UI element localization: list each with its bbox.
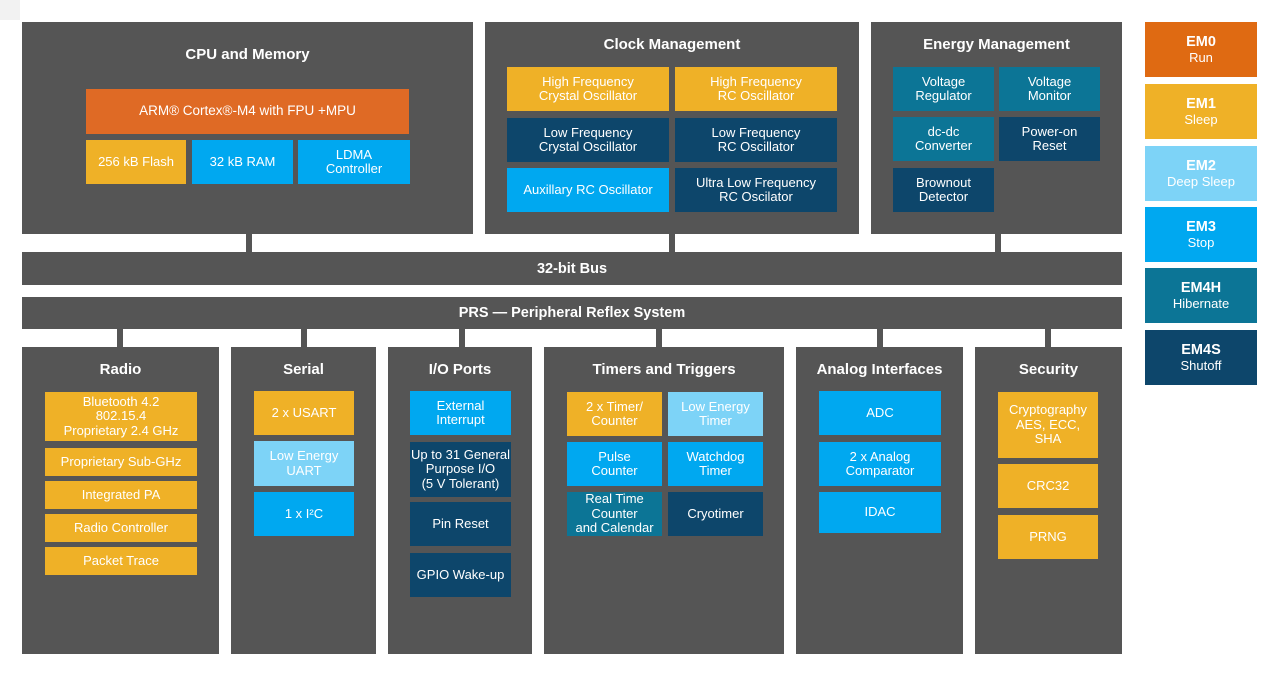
brownout-detector-tile: Brownout Detector bbox=[893, 168, 994, 212]
energy-mode-code: EM2 bbox=[1186, 158, 1216, 174]
prs-bar: PRS — Peripheral Reflex System bbox=[22, 297, 1122, 329]
cryotimer-tile: Cryotimer bbox=[668, 492, 763, 536]
ulf-rc-oscillator-tile: Ultra Low Frequency RC Oscilator bbox=[675, 168, 837, 212]
energy-mode-label: Run bbox=[1189, 50, 1213, 65]
i2c-tile: 1 x I²C bbox=[254, 492, 354, 536]
bus-32bit-bar: 32-bit Bus bbox=[22, 252, 1122, 285]
energy-mode-em1: EM1 Sleep bbox=[1145, 84, 1257, 139]
bluetooth-tile: Bluetooth 4.2 802.15.4 Proprietary 2.4 G… bbox=[45, 392, 197, 441]
connector bbox=[459, 329, 465, 347]
proprietary-sub-ghz-tile: Proprietary Sub-GHz bbox=[45, 448, 197, 476]
block-title: I/O Ports bbox=[428, 361, 492, 378]
block-title: Serial bbox=[283, 361, 324, 378]
energy-mode-code: EM0 bbox=[1186, 34, 1216, 50]
crc32-tile: CRC32 bbox=[998, 464, 1098, 508]
connector bbox=[656, 329, 662, 347]
energy-mode-label: Sleep bbox=[1184, 112, 1218, 127]
block-title: Timers and Triggers bbox=[592, 361, 736, 378]
block-title: CPU and Memory bbox=[185, 46, 310, 63]
energy-mode-code: EM4S bbox=[1181, 342, 1221, 358]
dc-dc-converter-tile: dc-dc Converter bbox=[893, 117, 994, 161]
connector bbox=[117, 329, 123, 347]
energy-mode-code: EM1 bbox=[1186, 96, 1216, 112]
block-title: Radio bbox=[99, 361, 142, 378]
energy-mode-em3: EM3 Stop bbox=[1145, 207, 1257, 262]
energy-mode-code: EM4H bbox=[1180, 280, 1222, 296]
hf-crystal-oscillator-tile: High Frequency Crystal Oscillator bbox=[507, 67, 669, 111]
packet-trace-tile: Packet Trace bbox=[45, 547, 197, 575]
cryptography-tile: Cryptography AES, ECC, SHA bbox=[998, 392, 1098, 458]
gpio-tile: Up to 31 General Purpose I/O (5 V Tolera… bbox=[410, 442, 511, 497]
gpio-wakeup-tile: GPIO Wake-up bbox=[410, 553, 511, 597]
flash-tile: 256 kB Flash bbox=[86, 140, 186, 184]
energy-mode-code: EM3 bbox=[1186, 219, 1216, 235]
usart-tile: 2 x USART bbox=[254, 391, 354, 435]
hf-rc-oscillator-tile: High Frequency RC Oscillator bbox=[675, 67, 837, 111]
energy-mode-label: Deep Sleep bbox=[1167, 174, 1235, 189]
energy-mode-label: Stop bbox=[1187, 235, 1215, 250]
arm-cortex-m4-tile: ARM® Cortex®-M4 with FPU +MPU bbox=[86, 89, 409, 134]
connector bbox=[1045, 329, 1051, 347]
voltage-monitor-tile: Voltage Monitor bbox=[999, 67, 1100, 111]
lf-crystal-oscillator-tile: Low Frequency Crystal Oscillator bbox=[507, 118, 669, 162]
rtcc-tile: Real Time Counter and Calendar bbox=[567, 492, 662, 536]
block-title: Analog Interfaces bbox=[816, 361, 943, 378]
pin-reset-tile: Pin Reset bbox=[410, 502, 511, 546]
power-on-reset-tile: Power-on Reset bbox=[999, 117, 1100, 161]
energy-mode-em2: EM2 Deep Sleep bbox=[1145, 146, 1257, 201]
external-interrupt-tile: External Interrupt bbox=[410, 391, 511, 435]
idac-tile: IDAC bbox=[819, 492, 941, 533]
block-title: Energy Management bbox=[923, 36, 1070, 53]
lf-rc-oscillator-tile: Low Frequency RC Oscillator bbox=[675, 118, 837, 162]
pulse-counter-tile: Pulse Counter bbox=[567, 442, 662, 486]
analog-comparator-tile: 2 x Analog Comparator bbox=[819, 442, 941, 486]
voltage-regulator-tile: Voltage Regulator bbox=[893, 67, 994, 111]
le-uart-tile: Low Energy UART bbox=[254, 441, 354, 486]
block-title: Security bbox=[1018, 361, 1079, 378]
block-title: Clock Management bbox=[603, 36, 741, 53]
timer-counter-tile: 2 x Timer/ Counter bbox=[567, 392, 662, 436]
connector bbox=[669, 234, 675, 252]
energy-mode-label: Shutoff bbox=[1180, 358, 1222, 373]
connector bbox=[301, 329, 307, 347]
energy-mode-label: Hibernate bbox=[1172, 296, 1230, 311]
le-timer-tile: Low Energy Timer bbox=[668, 392, 763, 436]
watchdog-timer-tile: Watchdog Timer bbox=[668, 442, 763, 486]
ram-tile: 32 kB RAM bbox=[192, 140, 293, 184]
corner-patch bbox=[0, 0, 20, 20]
energy-mode-em4h: EM4H Hibernate bbox=[1145, 268, 1257, 323]
connector bbox=[877, 329, 883, 347]
energy-mode-em4s: EM4S Shutoff bbox=[1145, 330, 1257, 385]
integrated-pa-tile: Integrated PA bbox=[45, 481, 197, 509]
radio-controller-tile: Radio Controller bbox=[45, 514, 197, 542]
ldma-controller-tile: LDMA Controller bbox=[298, 140, 410, 184]
energy-mode-em0: EM0 Run bbox=[1145, 22, 1257, 77]
prng-tile: PRNG bbox=[998, 515, 1098, 559]
auxiliary-rc-oscillator-tile: Auxillary RC Oscillator bbox=[507, 168, 669, 212]
connector bbox=[246, 234, 252, 252]
adc-tile: ADC bbox=[819, 391, 941, 435]
connector bbox=[995, 234, 1001, 252]
